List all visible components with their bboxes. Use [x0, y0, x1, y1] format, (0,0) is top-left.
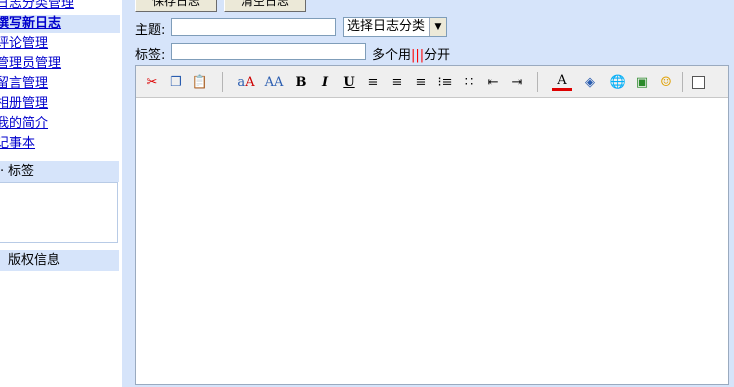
sidebar-item-album[interactable]: 相册管理	[0, 95, 48, 113]
dropdown-arrow-icon[interactable]: ▼	[429, 18, 446, 36]
subject-label: 主题:	[135, 23, 166, 38]
sidebar-link-notepad[interactable]: 记事本	[0, 136, 35, 151]
font-size-icon[interactable]: AA	[264, 72, 284, 92]
sidebar-link-guestbook[interactable]: 留言管理	[0, 76, 48, 91]
font-icon[interactable]: aA	[236, 72, 256, 92]
align-left-icon[interactable]: ≡	[363, 72, 383, 92]
toolbar-separator	[682, 72, 683, 92]
align-center-icon[interactable]: ≡	[387, 72, 407, 92]
underline-icon[interactable]: U	[339, 72, 359, 92]
copy-icon[interactable]: ❐	[166, 72, 186, 92]
toolbar-separator	[222, 72, 223, 92]
sidebar-link-admins[interactable]: 管理员管理	[0, 56, 61, 71]
highlight-icon[interactable]: ◈	[580, 72, 600, 92]
copyright-panel-header[interactable]: 版权信息	[0, 250, 119, 271]
sidebar-link-new-post[interactable]: 撰写新日志	[0, 16, 61, 31]
checkbox-icon[interactable]	[688, 72, 708, 92]
editor-content-area[interactable]	[136, 98, 728, 384]
tags-hint-separator: |||	[411, 48, 425, 63]
tags-panel-body	[0, 182, 118, 243]
category-select[interactable]: 选择日志分类 ▼	[343, 17, 447, 37]
sidebar-item-notepad[interactable]: 记事本	[0, 135, 35, 153]
sidebar-item-admins[interactable]: 管理员管理	[0, 55, 61, 73]
sidebar-item-category-manage[interactable]: 日志分类管理	[0, 0, 74, 13]
category-select-value: 选择日志分类	[347, 19, 426, 34]
cut-icon[interactable]: ✂	[142, 72, 162, 92]
tags-input[interactable]	[171, 43, 366, 60]
sidebar: 日志分类管理 撰写新日志 评论管理 管理员管理 留言管理 相册管理 我的简介 记…	[0, 0, 122, 387]
save-post-button[interactable]: 保存日志	[135, 0, 217, 12]
tags-panel-title: 标签	[8, 164, 35, 179]
sidebar-link-album[interactable]: 相册管理	[0, 96, 48, 111]
emoticon-icon[interactable]: ☺	[656, 72, 676, 92]
tags-panel-header[interactable]: · 标签	[0, 161, 119, 182]
link-icon[interactable]: 🌐	[608, 72, 628, 92]
image-icon[interactable]: ▣	[632, 72, 652, 92]
outdent-icon[interactable]: ⇤	[483, 72, 503, 92]
sidebar-link-profile[interactable]: 我的简介	[0, 116, 48, 131]
tags-label: 标签:	[135, 48, 166, 63]
copyright-panel-title: 版权信息	[8, 253, 61, 268]
align-right-icon[interactable]: ≡	[411, 72, 431, 92]
indent-icon[interactable]: ⇥	[507, 72, 527, 92]
clear-post-button[interactable]: 清空日志	[224, 0, 306, 12]
paste-icon[interactable]: 📋	[190, 72, 210, 92]
tags-hint: 多个用|||分开	[372, 48, 451, 63]
sidebar-item-guestbook[interactable]: 留言管理	[0, 75, 48, 93]
sidebar-item-comments[interactable]: 评论管理	[0, 35, 48, 53]
expand-arrow-icon: ·	[0, 164, 5, 179]
rich-text-editor: ✂ ❐ 📋 aA AA B I U ≡ ≡ ≡ ⁝≡ ∷ ⇤ ⇥ A ◈ 🌐 ▣…	[135, 65, 729, 385]
bold-icon[interactable]: B	[291, 72, 311, 92]
sidebar-item-profile[interactable]: 我的简介	[0, 115, 48, 133]
unordered-list-icon[interactable]: ∷	[459, 72, 479, 92]
subject-input[interactable]	[171, 18, 336, 36]
toolbar-separator	[537, 72, 538, 92]
sidebar-link-category[interactable]: 日志分类管理	[0, 0, 74, 11]
main-content: 保存日志 清空日志 主题: 选择日志分类 ▼ 标签: 多个用|||分开 ✂ ❐ …	[122, 0, 734, 387]
text-color-icon[interactable]: A	[552, 72, 572, 91]
editor-toolbar: ✂ ❐ 📋 aA AA B I U ≡ ≡ ≡ ⁝≡ ∷ ⇤ ⇥ A ◈ 🌐 ▣…	[136, 66, 728, 98]
ordered-list-icon[interactable]: ⁝≡	[435, 72, 455, 92]
sidebar-item-new-post[interactable]: 撰写新日志	[0, 15, 120, 33]
sidebar-link-comments[interactable]: 评论管理	[0, 36, 48, 51]
italic-icon[interactable]: I	[315, 72, 335, 92]
